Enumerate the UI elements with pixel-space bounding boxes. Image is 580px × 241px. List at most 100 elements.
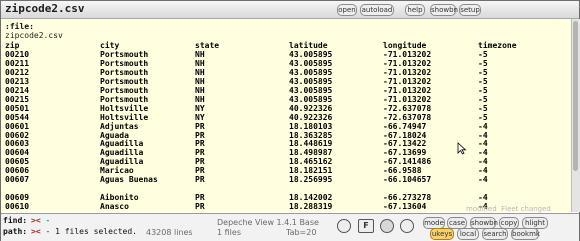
cell-zip: 00212: [5, 67, 30, 77]
cell-timezone: -4: [478, 148, 488, 158]
cell-zip: 00605: [5, 157, 30, 167]
cell-latitude: 43.005895: [289, 67, 333, 77]
cell-longitude: -71.013202: [383, 85, 432, 95]
table-row[interactable]: [1, 184, 571, 193]
cell-timezone: -5: [478, 49, 488, 59]
table-row[interactable]: 00602 Aguada PR 18.363285 -67.18024 -4: [1, 131, 571, 140]
path-label: path:: [3, 227, 28, 236]
table-row[interactable]: 00601 Adjuntas PR 18.180103 -66.74947 -4: [1, 122, 571, 131]
file-label: :file:: [5, 22, 34, 31]
cell-state: NY: [195, 112, 205, 122]
cell-timezone: -5: [478, 94, 488, 104]
table-row[interactable]: 00606 Maricao PR 18.182151 -66.9588 -4: [1, 166, 571, 175]
table-row[interactable]: 00604 Aguadilla PR 18.498987 -67.13699 -4: [1, 148, 571, 157]
cell-city: Aibonito: [100, 193, 139, 203]
cell-city: Aguadilla: [100, 157, 144, 167]
text-view[interactable]: :file: zipcode2.csv zip city state latitude…: [1, 19, 571, 212]
cell-state: NH: [195, 76, 205, 86]
cell-state: PR: [195, 157, 205, 167]
cell-city: Portsmouth: [100, 85, 149, 95]
cell-timezone: -4: [478, 166, 488, 176]
find-clear-icon[interactable]: ><: [31, 216, 41, 225]
column-header-state: state: [195, 41, 220, 50]
local-button[interactable]: local: [457, 228, 479, 240]
cell-city: Adjuntas: [100, 121, 139, 131]
table-row[interactable]: 00213 Portsmouth NH 43.005895 -71.013202 -5: [1, 77, 571, 86]
cell-timezone: -4: [478, 193, 488, 203]
cell-zip: 00604: [5, 148, 30, 158]
cell-zip: 00501: [5, 103, 30, 113]
cell-zip: 00211: [5, 58, 30, 68]
table-row[interactable]: 00214 Portsmouth NH 43.005895 -71.013202 -5: [1, 86, 571, 95]
table-row[interactable]: 00603 Aguadilla PR 18.448619 -67.13422 -4: [1, 139, 571, 148]
cell-latitude: 43.005895: [289, 49, 333, 59]
files-count: 1 files: [217, 228, 241, 237]
lines-count: 43208 lines: [146, 228, 193, 237]
table-row[interactable]: 00607 Aguas Buenas PR 18.256995 -66.104657 -4: [1, 175, 571, 184]
cell-zip: 00210: [5, 49, 30, 59]
cell-zip: 00609: [5, 193, 30, 203]
f-icon[interactable]: F: [358, 219, 374, 233]
setup-button[interactable]: setup: [459, 4, 481, 16]
search-button[interactable]: search: [482, 228, 508, 240]
cell-state: PR: [195, 193, 205, 203]
cell-latitude: 18.448619: [289, 139, 333, 149]
cell-zip: 00611: [5, 211, 29, 212]
cell-latitude: 18.256995: [289, 175, 333, 185]
file-value[interactable]: zipcode2.csv: [5, 31, 63, 40]
table-row[interactable]: 00501 Holtsville NY 40.922326 -72.637078 -5: [1, 104, 571, 113]
table-row[interactable]: 00609 Aibonito PR 18.142002 -66.273278 -4: [1, 193, 571, 202]
cell-longitude: -66.273278: [383, 193, 432, 203]
cell-state: PR: [195, 202, 205, 212]
help-button[interactable]: help: [405, 4, 425, 16]
cell-city: Portsmouth: [100, 58, 149, 68]
table-row[interactable]: 00212 Portsmouth NH 43.005895 -71.013202 -5: [1, 68, 571, 77]
cell-city: Portsmouth: [100, 67, 149, 77]
cell-timezone: -4: [478, 139, 488, 149]
cell-timezone: -4: [478, 175, 488, 185]
cell-longitude: -66.9588: [383, 166, 422, 176]
cell-longitude: -67.13604: [383, 202, 427, 212]
ukeys-button[interactable]: ukeys: [430, 228, 454, 240]
showbn-button[interactable]: showbn: [430, 4, 458, 16]
cell-longitude: -66.74947: [383, 121, 427, 131]
cell-longitude: -66.104657: [383, 175, 432, 185]
cell-longitude: -72.637078: [383, 112, 432, 122]
cell-state: NH: [195, 67, 205, 77]
cell-longitude: -67.141486: [383, 157, 432, 167]
scrollbar-thumb[interactable]: [573, 21, 578, 171]
cell-zip: 00544: [5, 112, 30, 122]
cell-state: PR: [195, 166, 205, 176]
table-header-row: zip city state latitude longitude timezone: [1, 41, 571, 50]
column-header-longitude: longitude: [383, 41, 427, 50]
circle-icon[interactable]: [337, 219, 351, 233]
cell-latitude: 18.498987: [289, 148, 333, 158]
cell-timezone: -5: [478, 112, 488, 122]
cell-city: Portsmouth: [100, 94, 149, 104]
cell-latitude: 18.288319: [289, 202, 333, 212]
cell-longitude: -71.013202: [383, 49, 432, 59]
cell-state: NH: [195, 49, 205, 59]
path-clear-icon[interactable]: ><: [31, 227, 41, 236]
find-input[interactable]: >< -: [31, 216, 50, 225]
open-button[interactable]: open: [337, 4, 357, 16]
table-row[interactable]: 00544 Holtsville NY 40.922326 -72.637078 -5: [1, 113, 571, 122]
record-icon[interactable]: [380, 219, 394, 233]
cell-timezone: -5: [478, 76, 488, 86]
bookmk-button[interactable]: bookmk: [511, 228, 540, 240]
stop-icon[interactable]: [400, 219, 414, 233]
cell-longitude: -72.637078: [383, 103, 432, 113]
cell-timezone: -4: [478, 121, 488, 131]
cell-zip: 00214: [5, 85, 30, 95]
cell-zip: 00606: [5, 166, 30, 176]
vertical-scrollbar[interactable]: [571, 19, 580, 212]
table-row[interactable]: 00605 Aguadilla PR 18.465162 -67.141486 -4: [1, 157, 571, 166]
cell-state: PR: [195, 211, 205, 212]
table-row[interactable]: 00211 Portsmouth NH 43.005895 -71.013202 -5: [1, 59, 571, 68]
autoload-button[interactable]: autoload: [360, 4, 394, 16]
table-row[interactable]: 00215 Portsmouth NH 43.005895 -71.013202 -5: [1, 95, 571, 104]
path-input[interactable]: >< - 1 files selected.: [31, 227, 137, 236]
table-row[interactable]: 00210 Portsmouth NH 43.005895 -71.013202 -5: [1, 50, 571, 59]
window-title: zipcode2.csv: [5, 2, 85, 15]
cell-longitude: -71.013202: [383, 76, 432, 86]
